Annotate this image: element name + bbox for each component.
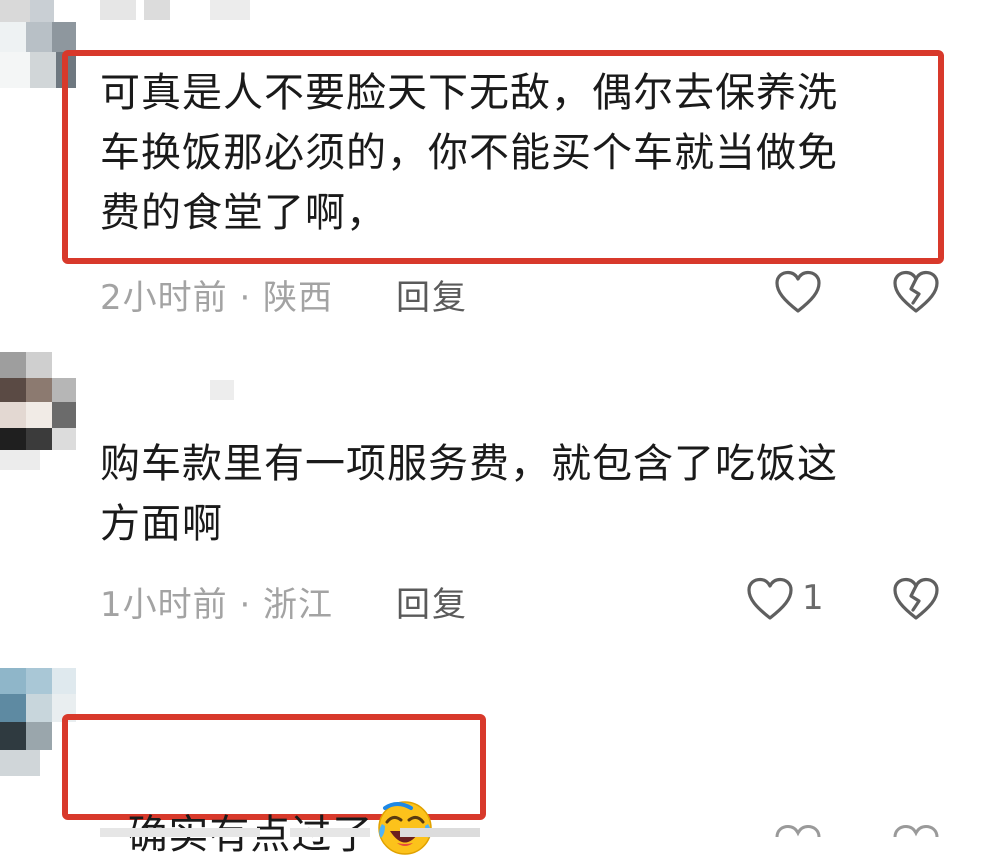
avatar-mosaic-2[interactable] bbox=[0, 352, 78, 472]
broken-heart-icon[interactable] bbox=[892, 577, 940, 621]
username-mosaic-2[interactable] bbox=[210, 380, 238, 404]
heart-outline-icon[interactable] bbox=[774, 822, 822, 837]
comment-meta: 1小时前 · 浙江 bbox=[100, 577, 333, 626]
broken-heart-icon[interactable] bbox=[892, 270, 940, 314]
broken-heart-icon[interactable] bbox=[892, 822, 940, 837]
username-mosaic-top[interactable] bbox=[100, 0, 260, 24]
heart-outline-icon[interactable] bbox=[774, 270, 822, 314]
comment-time-location: 2小时前 · 陕西 bbox=[100, 278, 334, 318]
reply-button[interactable]: 回复 bbox=[396, 270, 468, 319]
comment-meta: 2小时前 · 陕西 bbox=[100, 270, 333, 319]
heart-outline-icon[interactable] bbox=[746, 577, 794, 621]
comment-time-location: 1小时前 · 浙江 bbox=[100, 585, 334, 625]
reply-button[interactable]: 回复 bbox=[396, 577, 468, 626]
comment-text: 可真是人不要脸天下无敌，偶尔去保养洗 车换饭那必须的，你不能买个车就当做免 费的… bbox=[100, 70, 838, 236]
like-count: 1 bbox=[802, 578, 824, 618]
comment-text: 确实有点过了 bbox=[100, 738, 435, 865]
comment-text: 购车款里有一项服务费，就包含了吃饭这 方面啊 bbox=[100, 441, 838, 547]
meta-cutoff bbox=[100, 822, 500, 837]
